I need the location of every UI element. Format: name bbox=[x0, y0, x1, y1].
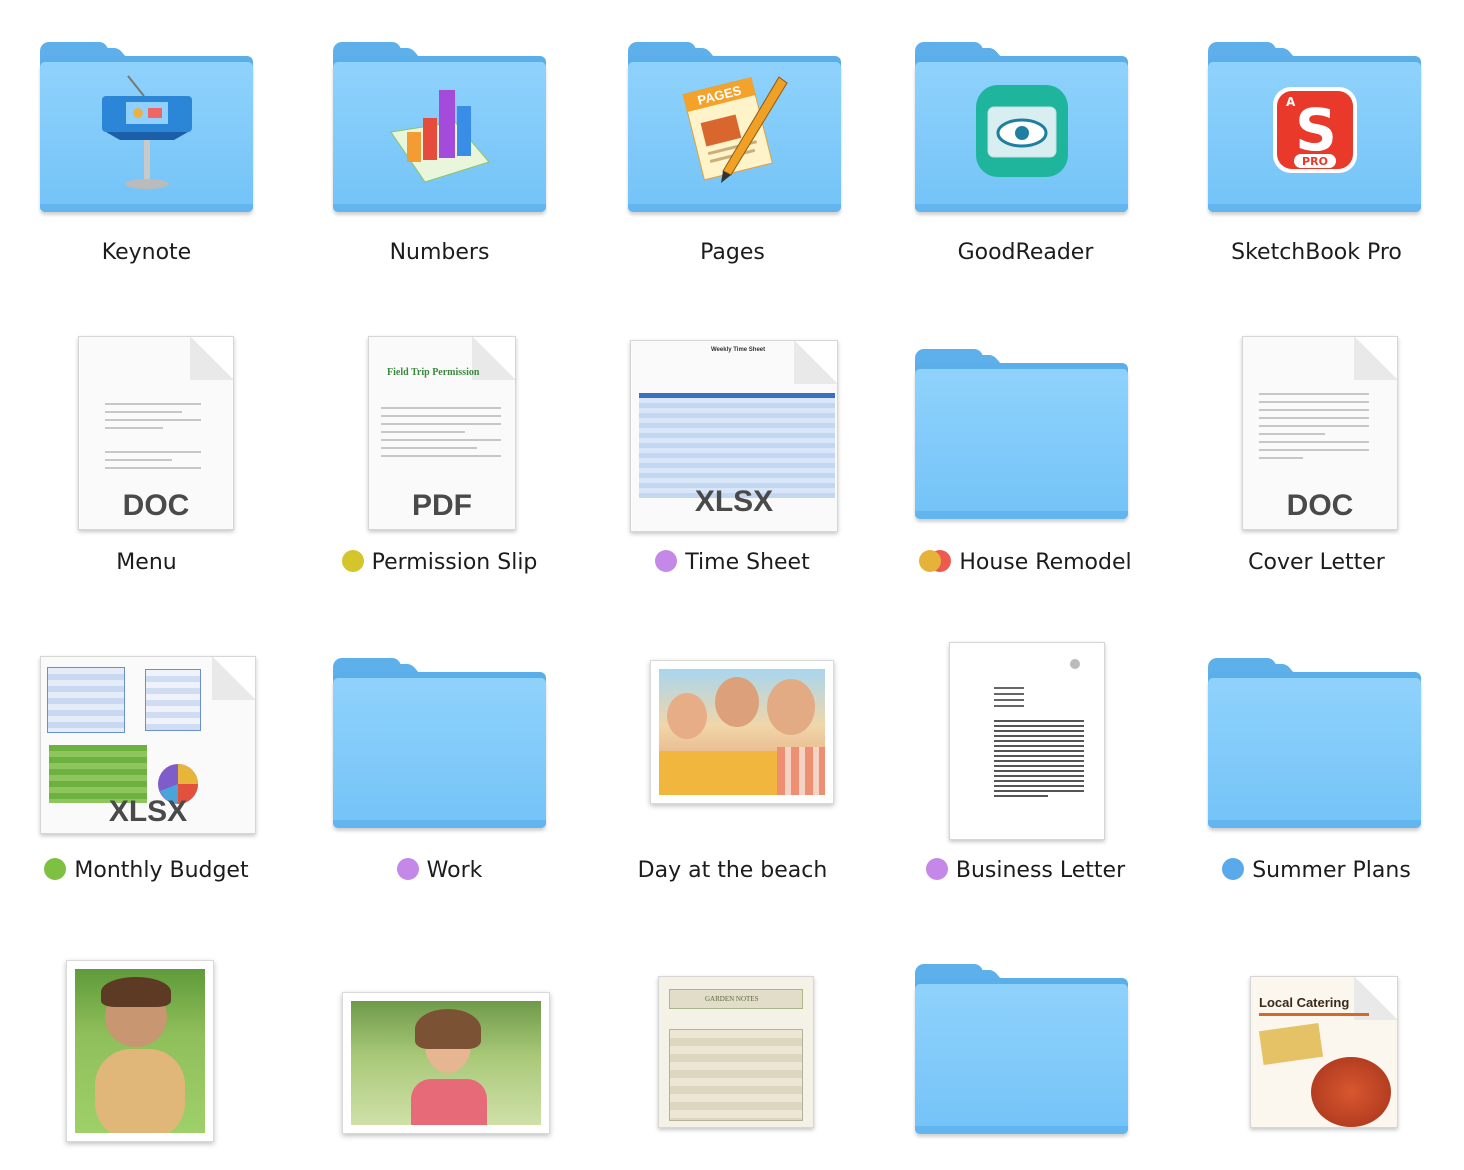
item-label-row: Menu bbox=[0, 550, 293, 575]
sketchbook-icon: S A PRO bbox=[1272, 87, 1357, 173]
tag-dot-purple bbox=[655, 550, 678, 572]
item-label-row: Monthly Budget bbox=[0, 858, 293, 883]
photo-girl-in-field[interactable] bbox=[342, 992, 550, 1134]
item-label-row: Work bbox=[293, 858, 586, 883]
folder-icon bbox=[915, 42, 1128, 212]
item-label: Day at the beach bbox=[637, 858, 828, 883]
tag-dots bbox=[1222, 858, 1245, 880]
tag-dot-yellow bbox=[341, 550, 364, 572]
item-label-row: GoodReader bbox=[879, 240, 1172, 265]
doc-garden-notes[interactable]: GARDEN NOTES bbox=[658, 976, 814, 1128]
folder-icon: PAGES bbox=[628, 42, 841, 212]
tag-dot-green bbox=[44, 858, 67, 880]
folder-icon bbox=[1208, 658, 1421, 828]
tag-dots bbox=[919, 550, 952, 572]
tag-dots bbox=[44, 858, 67, 880]
photo-boy-with-puppy[interactable] bbox=[66, 960, 214, 1142]
item-label: Time Sheet bbox=[685, 550, 810, 575]
doc-thumbnail bbox=[949, 642, 1105, 840]
doc-title: Local Catering bbox=[1259, 995, 1350, 1010]
doc-thumbnail: Weekly Time Sheet XLSX bbox=[630, 340, 838, 532]
item-label-row: Day at the beach bbox=[586, 858, 879, 883]
doc-local-catering[interactable]: Local Catering bbox=[1250, 976, 1398, 1128]
item-label-row: Keynote bbox=[0, 240, 293, 265]
folder-icon bbox=[333, 42, 546, 212]
doc-thumbnail: Field Trip Permission PDF bbox=[368, 336, 516, 530]
item-label: Monthly Budget bbox=[74, 858, 249, 883]
item-label-row: Summer Plans bbox=[1170, 858, 1463, 883]
numbers-chart-icon bbox=[389, 90, 490, 183]
item-label: Permission Slip bbox=[371, 550, 538, 575]
sketchbook-letter: S bbox=[1295, 96, 1337, 164]
file-type-label: DOC bbox=[122, 489, 190, 522]
photo-thumbnail bbox=[650, 660, 834, 804]
folder-icon bbox=[333, 658, 546, 828]
folder-icon bbox=[915, 964, 1128, 1134]
item-label-row: Cover Letter bbox=[1170, 550, 1463, 575]
tag-dots bbox=[655, 550, 678, 572]
tag-dot-purple bbox=[396, 858, 419, 880]
tag-dots bbox=[925, 858, 948, 880]
item-label: Keynote bbox=[101, 240, 192, 265]
file-type-label: XLSX bbox=[108, 795, 188, 828]
item-label: GoodReader bbox=[957, 240, 1094, 265]
tag-dot-blue bbox=[1222, 858, 1245, 880]
item-label-row: Numbers bbox=[293, 240, 586, 265]
doc-title: Weekly Time Sheet bbox=[711, 347, 766, 353]
item-label-row: House Remodel bbox=[879, 550, 1172, 575]
doc-title: GARDEN NOTES bbox=[705, 995, 759, 1003]
item-label: Numbers bbox=[389, 240, 490, 265]
doc-title: Field Trip Permission bbox=[387, 367, 480, 378]
item-label: SketchBook Pro bbox=[1231, 240, 1402, 265]
doc-thumbnail: DOC bbox=[78, 336, 234, 530]
file-type-label: PDF bbox=[412, 489, 472, 522]
item-label: Business Letter bbox=[955, 858, 1126, 883]
item-label: Cover Letter bbox=[1248, 550, 1385, 575]
doc-thumbnail: XLSX bbox=[40, 656, 256, 834]
item-label: Work bbox=[426, 858, 483, 883]
item-label-row: SketchBook Pro bbox=[1170, 240, 1463, 265]
folder-icon bbox=[40, 42, 253, 212]
tag-dots bbox=[396, 858, 419, 880]
item-label-row: Permission Slip bbox=[293, 550, 586, 575]
folder-icon: S A PRO bbox=[1208, 42, 1421, 212]
item-label: Menu bbox=[116, 550, 177, 575]
item-label-row: Time Sheet bbox=[586, 550, 879, 575]
item-label: House Remodel bbox=[959, 550, 1132, 575]
sketchbook-a: A bbox=[1286, 95, 1296, 109]
item-label-row: Pages bbox=[586, 240, 879, 265]
file-type-label: DOC bbox=[1286, 489, 1354, 522]
pages-pen-icon: PAGES bbox=[682, 76, 788, 183]
goodreader-eye-icon bbox=[975, 85, 1068, 177]
keynote-podium-icon bbox=[101, 75, 192, 189]
tag-dot-purple bbox=[925, 858, 948, 880]
tag-dots bbox=[341, 550, 364, 572]
item-label: Summer Plans bbox=[1252, 858, 1411, 883]
sketchbook-pro-text: PRO bbox=[1302, 155, 1328, 168]
folder-icon bbox=[915, 349, 1128, 519]
item-label: Pages bbox=[700, 240, 765, 265]
doc-thumbnail: DOC bbox=[1242, 336, 1398, 530]
item-label-row: Business Letter bbox=[879, 858, 1172, 883]
file-type-label: XLSX bbox=[694, 485, 774, 518]
